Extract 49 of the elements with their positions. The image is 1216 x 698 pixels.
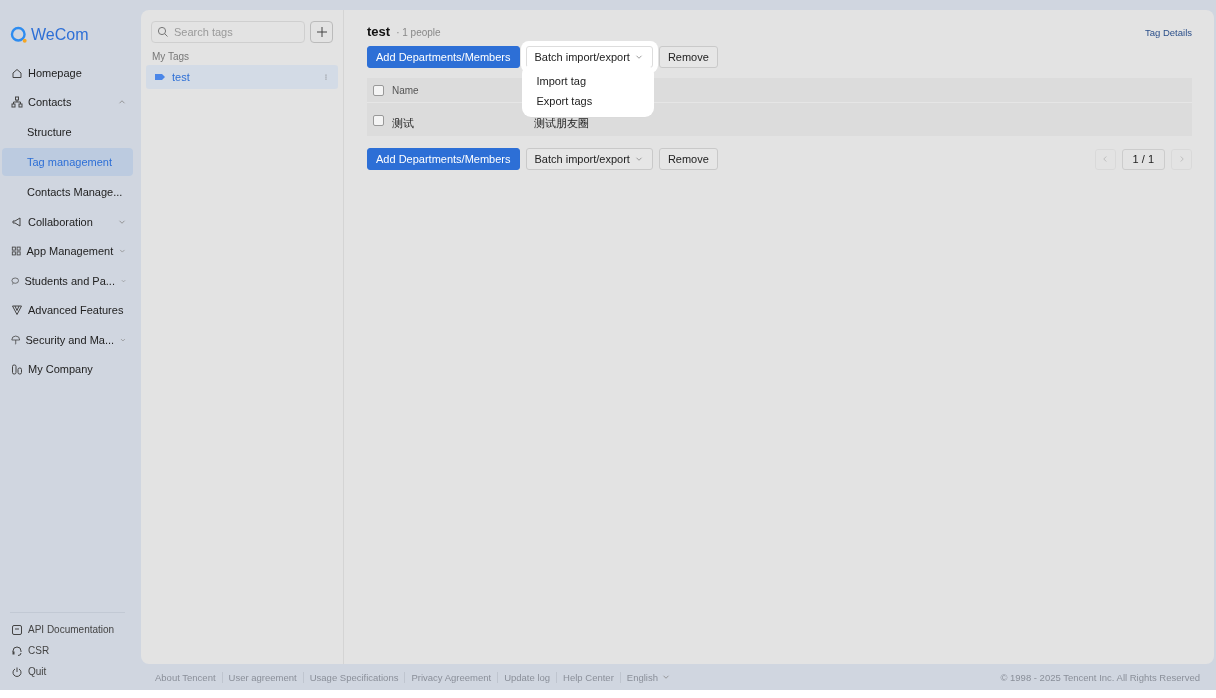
hierarchy-icon bbox=[11, 96, 23, 109]
sidebar-item[interactable]: Students and Pa... bbox=[2, 266, 133, 296]
tag-title: test bbox=[367, 24, 391, 39]
sidebar-item[interactable]: App Management bbox=[2, 236, 133, 266]
column-header: Name bbox=[392, 84, 419, 96]
building-icon bbox=[11, 363, 23, 376]
remove-button[interactable]: Remove bbox=[658, 148, 718, 170]
brand-name: WeCom bbox=[31, 26, 89, 44]
remove-button[interactable]: Remove bbox=[658, 46, 718, 68]
checkbox[interactable] bbox=[373, 114, 384, 126]
sidebar-link[interactable]: CSR bbox=[2, 640, 133, 661]
table-cell-text: 测试朋友圈 bbox=[534, 116, 589, 131]
sidebar-item[interactable]: Advanced Features bbox=[2, 295, 133, 325]
menu-item[interactable]: Export tags bbox=[525, 91, 650, 111]
chat-bubble-icon bbox=[11, 274, 20, 287]
megaphone-icon bbox=[11, 215, 23, 228]
page-indicator: 1 / 1 bbox=[1121, 148, 1165, 170]
sidebar-item[interactable]: Contacts Manage... bbox=[2, 178, 133, 206]
home-icon bbox=[11, 66, 23, 79]
sidebar-item[interactable]: Contacts bbox=[2, 87, 133, 117]
power-icon bbox=[11, 665, 23, 678]
add-tag-button[interactable] bbox=[310, 21, 333, 43]
sidebar-link[interactable]: Quit bbox=[2, 661, 133, 682]
add-members-button[interactable]: Add Departments/Members bbox=[367, 46, 520, 68]
menu-item[interactable]: Import tag bbox=[525, 71, 650, 91]
add-members-button[interactable]: Add Departments/Members bbox=[367, 148, 520, 170]
wecom-logo-icon bbox=[10, 26, 28, 44]
sidebar-link[interactable]: API Documentation bbox=[2, 619, 133, 640]
headset-icon bbox=[11, 644, 23, 657]
tag-details-link[interactable]: Tag Details bbox=[1145, 27, 1192, 38]
batch-import-export-button[interactable]: Batch import/export bbox=[525, 148, 653, 170]
tag-icon bbox=[154, 71, 166, 83]
plus-icon bbox=[315, 26, 328, 38]
funnel-icon bbox=[11, 304, 23, 317]
sidebar-item[interactable]: Collaboration bbox=[2, 207, 133, 237]
document-icon bbox=[11, 623, 23, 636]
search-icon bbox=[157, 26, 169, 38]
sidebar-item[interactable]: My Company bbox=[2, 354, 133, 384]
umbrella-icon bbox=[11, 333, 21, 346]
grid-icon bbox=[11, 245, 22, 258]
section-label: My Tags bbox=[152, 51, 191, 62]
search-field[interactable]: Search tags bbox=[151, 21, 305, 43]
tag-item[interactable]: test bbox=[146, 65, 338, 89]
sidebar-item[interactable]: Structure bbox=[2, 118, 133, 146]
table-cell-text: 测试 bbox=[392, 116, 414, 131]
checkbox[interactable] bbox=[373, 84, 384, 96]
sidebar-item[interactable]: Security and Ma... bbox=[2, 325, 133, 355]
member-count: · 1 people bbox=[396, 27, 441, 38]
sidebar-item[interactable]: Homepage bbox=[2, 58, 133, 88]
